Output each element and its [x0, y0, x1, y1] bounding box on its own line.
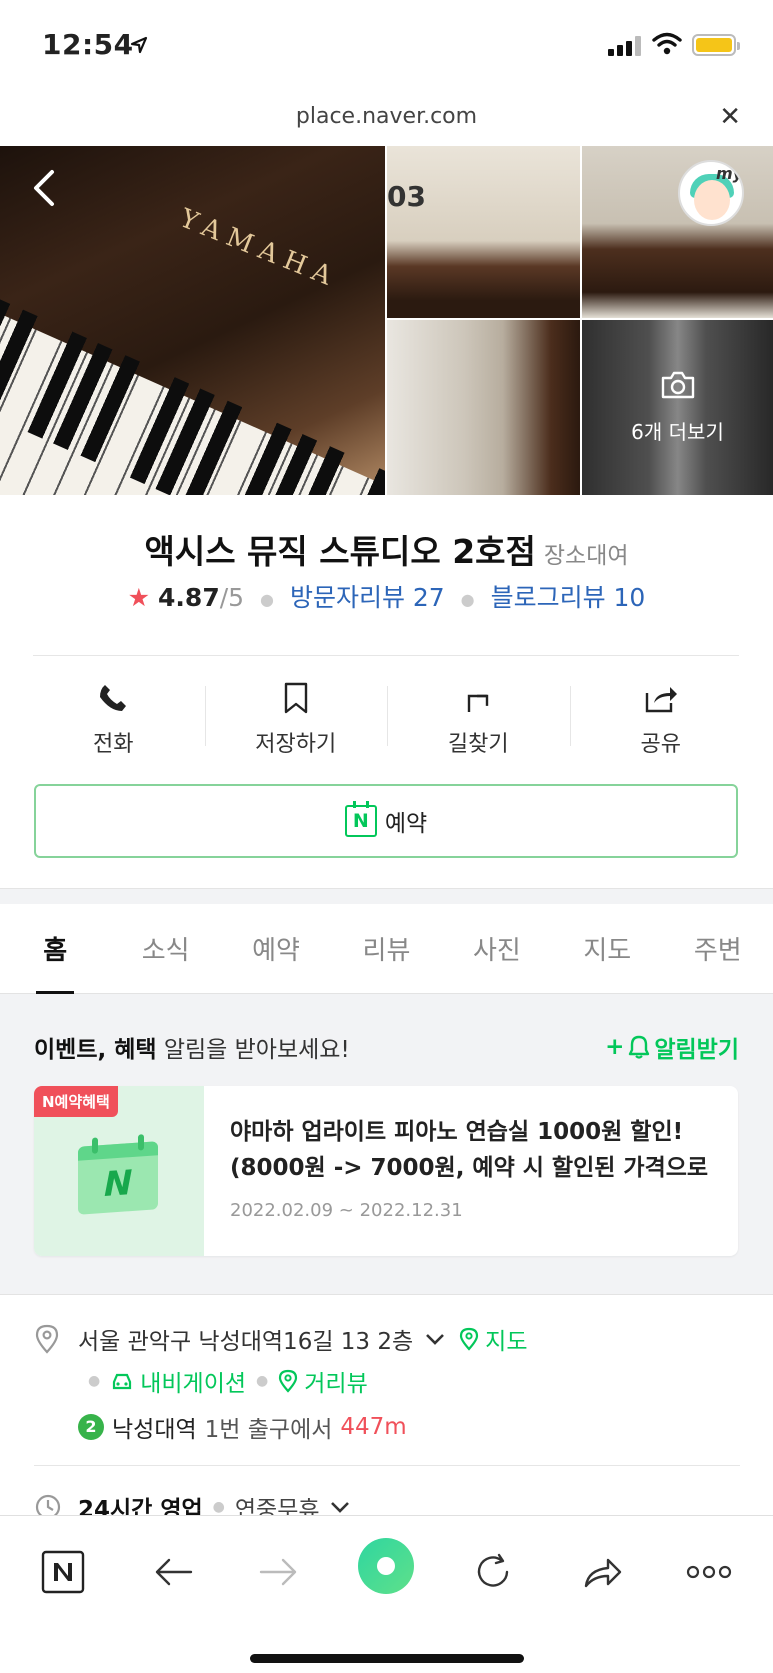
chevron-down-icon[interactable]	[330, 1500, 350, 1514]
more-photos-label: 6개 더보기	[631, 420, 724, 444]
chevron-down-icon[interactable]	[425, 1332, 445, 1346]
place-category: 장소대여	[543, 543, 629, 569]
street-view-link[interactable]: 거리뷰	[304, 1364, 367, 1398]
my-profile-avatar[interactable]: my	[678, 160, 744, 226]
green-dot-icon	[358, 1538, 414, 1594]
visitor-reviews-link[interactable]: 방문자리뷰 27	[290, 583, 445, 612]
more-photos-button[interactable]: 6개 더보기	[582, 320, 773, 495]
star-icon: ★	[127, 583, 151, 612]
directions-icon	[468, 694, 489, 712]
reserve-label: 예약	[384, 811, 428, 837]
subway-line-badge: 2	[78, 1414, 104, 1440]
navigation-row: ● 내비게이션 ● 거리뷰	[78, 1364, 368, 1398]
save-label: 저장하기	[255, 732, 337, 757]
share-arrow-icon	[584, 1558, 622, 1588]
tab-news[interactable]: 소식	[110, 904, 220, 993]
url-text[interactable]: place.naver.com	[0, 104, 773, 129]
tab-photos[interactable]: 사진	[442, 904, 552, 993]
event-title: 야마하 업라이트 피아노 연습실 1000원 할인! (8000원 -> 700…	[230, 1119, 709, 1181]
address-text: 서울 관악구 낙성대역16길 13 2층	[78, 1329, 414, 1355]
divider	[33, 655, 739, 656]
tab-reviews[interactable]: 리뷰	[331, 904, 441, 993]
arrow-left-icon	[155, 1558, 193, 1586]
location-arrow-icon	[130, 36, 148, 54]
back-button[interactable]	[148, 1544, 198, 1600]
subway-station: 낙성대역	[112, 1417, 197, 1443]
location-pin-icon	[35, 1324, 59, 1354]
subway-row: 2 낙성대역 1번 출구에서 447m	[78, 1410, 407, 1444]
green-dot-button[interactable]	[356, 1536, 416, 1596]
more-dots-icon	[686, 1565, 732, 1579]
bookmark-icon	[284, 682, 307, 714]
tab-map[interactable]: 지도	[552, 904, 662, 993]
my-badge-text: my	[716, 164, 744, 183]
reload-button[interactable]	[468, 1544, 518, 1600]
bell-icon	[629, 1035, 650, 1059]
event-date: 2022.02.09 ~ 2022.12.31	[230, 1200, 463, 1221]
map-link[interactable]: 지도	[485, 1322, 527, 1356]
tab-nearby[interactable]: 주변	[663, 904, 773, 993]
address-row: 서울 관악구 낙성대역16길 13 2층 지도	[34, 1322, 528, 1356]
share-button[interactable]: 공유	[569, 680, 753, 760]
call-button[interactable]: 전화	[22, 680, 205, 760]
tab-reservation[interactable]: 예약	[221, 904, 331, 993]
tab-home[interactable]: 홈	[0, 904, 110, 994]
wifi-icon	[652, 32, 682, 55]
calendar-icon: N	[78, 1137, 158, 1215]
rating-value: 4.87	[158, 583, 220, 612]
browser-url-bar: place.naver.com ✕	[0, 92, 773, 146]
photo-gallery: YAMAHA 03 6개 더보기 my	[0, 146, 773, 495]
more-menu-button[interactable]	[684, 1544, 734, 1600]
save-button[interactable]: 저장하기	[204, 680, 388, 760]
status-bar: 12:54	[0, 0, 773, 92]
place-title: 액시스 뮤직 스튜디오 2호점 장소대여	[0, 525, 773, 573]
event-thumbnail: N N예약혜택	[34, 1086, 204, 1256]
toolbar-share-button[interactable]	[578, 1544, 628, 1600]
photo-thumb-door[interactable]	[387, 320, 580, 495]
directions-label: 길찾기	[447, 732, 509, 757]
street-view-pin-icon	[279, 1369, 298, 1393]
event-card[interactable]: N N예약혜택 야마하 업라이트 피아노 연습실 1000원 할인! (8000…	[34, 1086, 738, 1256]
blog-reviews-link[interactable]: 블로그리뷰 10	[491, 583, 646, 612]
action-row: 전화 저장하기 길찾기 공유	[22, 680, 752, 760]
home-indicator	[250, 1654, 524, 1663]
tab-bar: 홈 소식 예약 리뷰 사진 지도 주변	[0, 904, 773, 994]
subway-exit: 1번 출구에서	[204, 1417, 333, 1443]
piano-brand-text: YAMAHA	[175, 203, 344, 295]
event-section: 이벤트, 혜택 알림을 받아보세요! + 알림받기 N N예약혜택 야마하 업라…	[0, 994, 773, 1294]
browser-toolbar	[0, 1515, 773, 1673]
car-navigation-icon	[113, 1373, 132, 1390]
place-meta: ★ 4.87/5 ● 방문자리뷰 27 ● 블로그리뷰 10	[127, 583, 646, 612]
room-number-sign: 03	[387, 180, 426, 213]
reload-icon	[477, 1553, 509, 1587]
map-pin-icon	[460, 1327, 479, 1351]
share-label: 공유	[640, 732, 681, 757]
naver-logo-icon	[41, 1550, 85, 1594]
camera-icon	[661, 371, 695, 399]
cellular-signal-icon	[608, 36, 641, 56]
back-arrow-icon[interactable]	[30, 168, 58, 208]
subscribe-alert-button[interactable]: + 알림받기	[605, 1030, 739, 1064]
photo-thumb-room[interactable]: 03	[387, 146, 580, 318]
place-name: 액시스 뮤직 스튜디오 2호점	[144, 532, 536, 571]
navigation-link[interactable]: 내비게이션	[140, 1364, 246, 1398]
reserve-button[interactable]: N 예약	[34, 784, 738, 858]
phone-icon	[100, 685, 127, 711]
naver-booking-icon: N	[344, 801, 377, 837]
share-icon	[645, 687, 677, 713]
directions-button[interactable]: 길찾기	[387, 680, 570, 760]
arrow-right-icon	[259, 1558, 297, 1586]
battery-icon	[692, 34, 740, 56]
rating-max: /5	[219, 583, 245, 612]
forward-button[interactable]	[254, 1544, 304, 1600]
call-label: 전화	[93, 732, 134, 757]
photo-thumb-piano-room[interactable]	[582, 146, 773, 318]
event-badge: N예약혜택	[34, 1086, 118, 1117]
status-time: 12:54	[42, 28, 134, 61]
subway-distance: 447m	[340, 1414, 407, 1440]
naver-home-button[interactable]	[38, 1544, 88, 1600]
event-heading: 이벤트, 혜택 알림을 받아보세요!	[34, 1037, 350, 1063]
close-icon[interactable]: ✕	[719, 104, 741, 130]
